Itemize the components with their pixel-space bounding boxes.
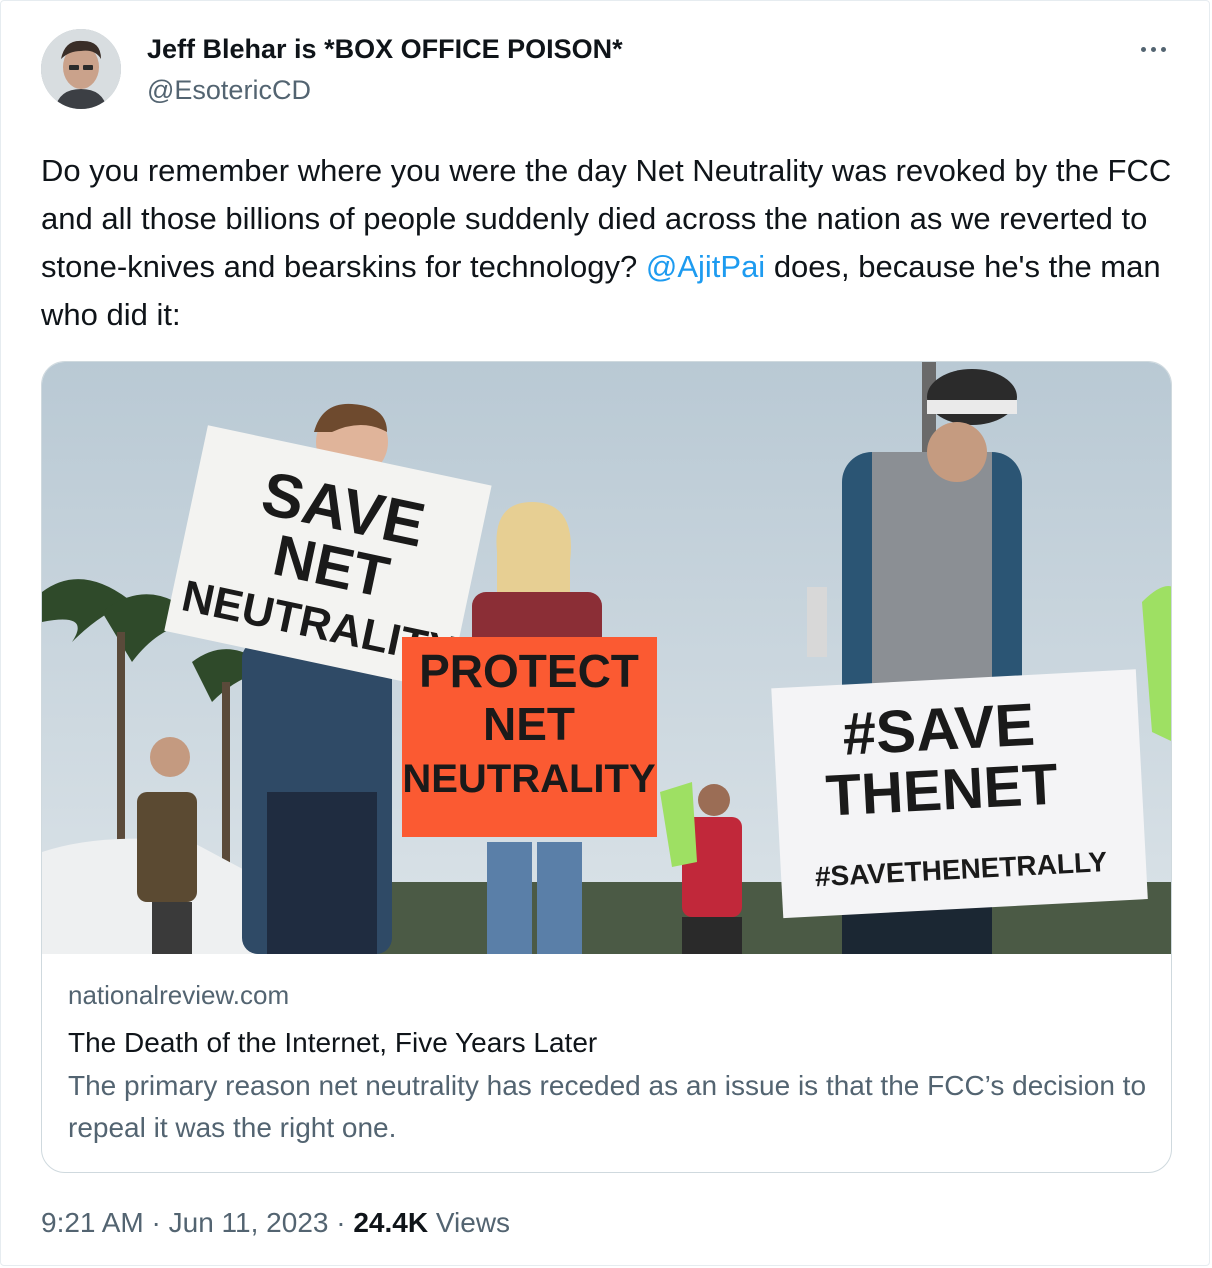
display-name[interactable]: Jeff Blehar is *BOX OFFICE POISON* <box>147 34 623 65</box>
avatar-image <box>41 29 121 109</box>
tweet-footer: 9:21 AM · Jun 11, 2023 · 24.4K Views <box>41 1207 510 1239</box>
link-meta: nationalreview.com The Death of the Inte… <box>68 980 1148 1149</box>
link-domain: nationalreview.com <box>68 980 290 1010</box>
sign-center-line-2: NET <box>483 698 575 750</box>
sign-center-line-1: PROTECT <box>419 645 639 697</box>
views-count[interactable]: 24.4K <box>353 1207 428 1238</box>
views-label: Views <box>428 1207 511 1238</box>
more-horizontal-icon[interactable] <box>1131 31 1175 67</box>
protest-photo: SAVE NET NEUTRALITY PROTECT NET NEUTRALI… <box>42 362 1171 954</box>
sign-right-line-2: THENET <box>824 752 1059 829</box>
separator: · <box>143 1207 169 1238</box>
sign-center-line-3: NEUTRALITY <box>402 757 656 801</box>
sign-protect-net-neutrality: PROTECT NET NEUTRALITY <box>402 637 657 837</box>
tweet-date[interactable]: Jun 11, 2023 <box>169 1207 329 1238</box>
tweet-text: Do you remember where you were the day N… <box>41 147 1181 339</box>
link-preview-image: SAVE NET NEUTRALITY PROTECT NET NEUTRALI… <box>42 362 1171 954</box>
user-handle[interactable]: @EsotericCD <box>147 75 311 106</box>
tweet-time[interactable]: 9:21 AM <box>41 1207 144 1238</box>
mention-link[interactable]: @AjitPai <box>646 249 765 284</box>
sign-save-the-net: #SAVE THENET #SAVETHENETRALLY <box>771 669 1148 919</box>
link-description: The primary reason net neutrality has re… <box>68 1070 1147 1143</box>
tweet-card: Jeff Blehar is *BOX OFFICE POISON* @Esot… <box>0 0 1210 1266</box>
link-title: The Death of the Internet, Five Years La… <box>68 1027 598 1058</box>
avatar[interactable] <box>41 29 121 109</box>
link-preview-card[interactable]: SAVE NET NEUTRALITY PROTECT NET NEUTRALI… <box>41 361 1172 1173</box>
separator: · <box>328 1207 354 1238</box>
